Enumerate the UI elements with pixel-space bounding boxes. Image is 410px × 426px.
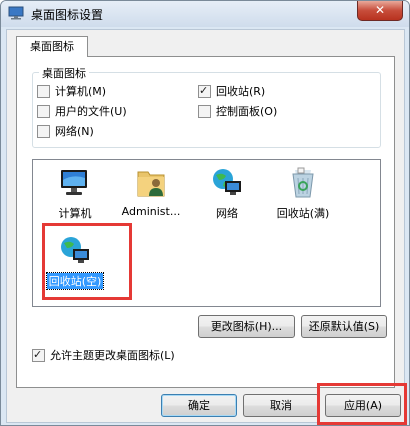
- icon-list[interactable]: 计算机 Administ... 网络 回收站(满) 回收站(空): [32, 159, 381, 307]
- checkbox-label: 计算机(M): [55, 85, 107, 98]
- ok-button[interactable]: 确定: [161, 394, 237, 417]
- checkbox-label: 用户的文件(U): [55, 105, 127, 118]
- cancel-button[interactable]: 取消: [243, 394, 319, 417]
- icon-item-computer[interactable]: 计算机: [37, 166, 113, 221]
- apply-button[interactable]: 应用(A): [325, 394, 401, 417]
- title-bar[interactable]: 桌面图标设置 ✕: [1, 1, 409, 27]
- recycle-bin-full-icon: [286, 166, 320, 200]
- checkbox-label: 网络(N): [55, 125, 94, 138]
- checkbox-box[interactable]: [37, 104, 50, 118]
- network-icon: [210, 166, 244, 200]
- icon-item-recycle-bin-empty[interactable]: 回收站(空): [37, 234, 113, 290]
- icon-label: Administ...: [121, 205, 181, 218]
- icon-item-user-folder[interactable]: Administ...: [113, 166, 189, 218]
- checkbox-box[interactable]: [37, 124, 50, 138]
- tab-panel: 桌面图标 计算机(M) 回收站(R) 用户的文件(U) 控制面板(O): [16, 56, 395, 388]
- desktop-icon: [8, 6, 24, 20]
- icon-label: 网络: [216, 207, 238, 220]
- change-icon-button[interactable]: 更改图标(H)...: [198, 315, 295, 338]
- recycle-bin-empty-icon: [58, 234, 92, 268]
- user-folder-icon: [134, 166, 168, 200]
- checkbox-label: 控制面板(O): [216, 105, 278, 118]
- checkbox-box[interactable]: [198, 84, 211, 98]
- icon-item-recycle-bin-full[interactable]: 回收站(满): [265, 166, 341, 221]
- checkbox-box[interactable]: [37, 84, 50, 98]
- checkbox-recycle-bin[interactable]: 回收站(R): [198, 83, 265, 99]
- group-label: 桌面图标: [39, 65, 89, 81]
- icon-item-network[interactable]: 网络: [189, 166, 265, 221]
- checkbox-network[interactable]: 网络(N): [37, 123, 94, 139]
- computer-icon: [58, 166, 92, 200]
- checkbox-box[interactable]: [198, 104, 211, 118]
- desktop-icons-group: 桌面图标 计算机(M) 回收站(R) 用户的文件(U) 控制面板(O): [32, 65, 381, 148]
- checkbox-box[interactable]: [32, 348, 45, 362]
- window-title: 桌面图标设置: [31, 8, 104, 22]
- icon-label: 回收站(空): [45, 272, 105, 290]
- dialog-window: 桌面图标设置 ✕ 桌面图标 桌面图标 计算机(M) 回收站(R) 用户的文件(U…: [0, 0, 410, 426]
- dialog-content: 桌面图标 桌面图标 计算机(M) 回收站(R) 用户的文件(U): [6, 29, 405, 423]
- checkbox-user-files[interactable]: 用户的文件(U): [37, 103, 127, 119]
- tab-desktop-icons[interactable]: 桌面图标: [16, 36, 88, 57]
- icon-label: 回收站(满): [276, 207, 330, 220]
- checkbox-allow-theme[interactable]: 允许主题更改桌面图标(L): [32, 347, 175, 363]
- checkbox-label: 允许主题更改桌面图标(L): [50, 349, 175, 362]
- close-button[interactable]: ✕: [357, 1, 403, 21]
- checkbox-computer[interactable]: 计算机(M): [37, 83, 106, 99]
- icon-label: 计算机: [58, 207, 92, 220]
- checkbox-control-panel[interactable]: 控制面板(O): [198, 103, 277, 119]
- checkbox-label: 回收站(R): [216, 85, 266, 98]
- restore-default-button[interactable]: 还原默认值(S): [301, 315, 387, 338]
